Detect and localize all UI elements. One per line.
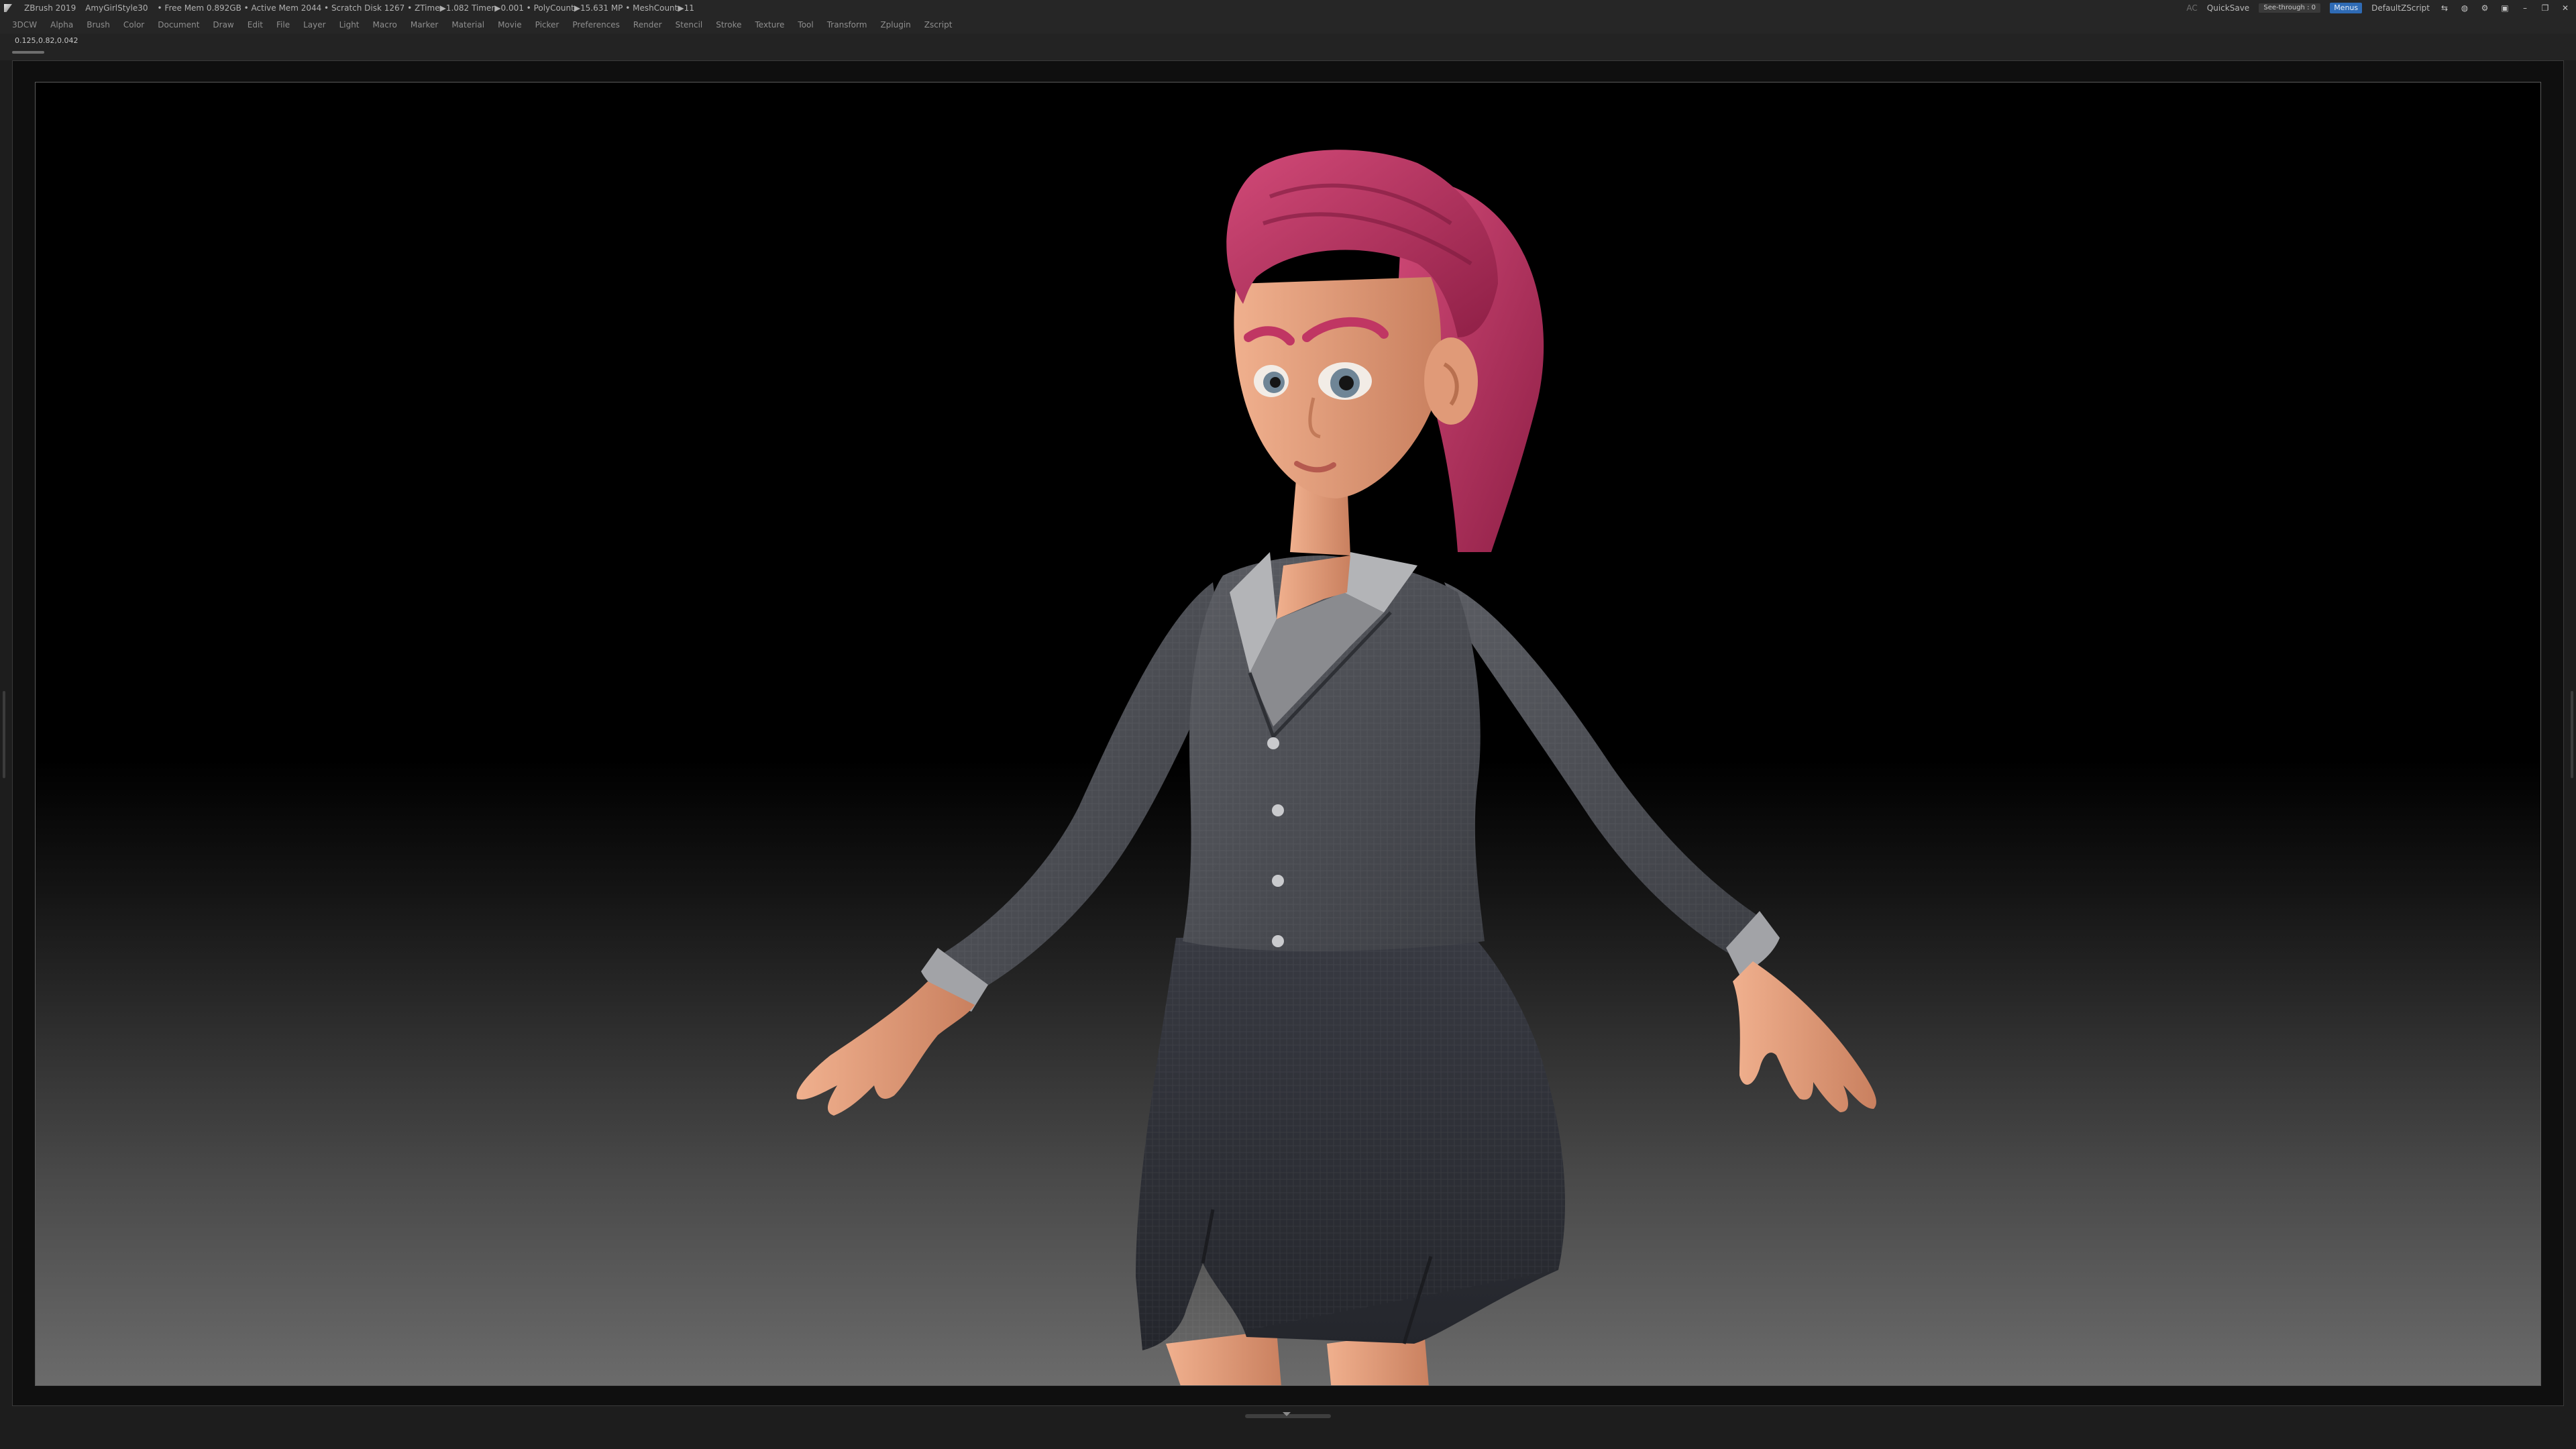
- menu-item[interactable]: Brush: [87, 16, 110, 34]
- menu-item[interactable]: Movie: [498, 16, 522, 34]
- menu-item[interactable]: Macro: [373, 16, 397, 34]
- menu-item[interactable]: Draw: [213, 16, 233, 34]
- menu-item[interactable]: Preferences: [572, 16, 620, 34]
- character-model: [796, 150, 1876, 1385]
- restore-icon[interactable]: ❐: [2540, 3, 2551, 13]
- menu-item[interactable]: Texture: [755, 16, 784, 34]
- right-tray-handle[interactable]: [2571, 691, 2573, 778]
- jacket-button: [1272, 935, 1284, 947]
- menu-item[interactable]: Render: [633, 16, 662, 34]
- see-through-value: 0: [2311, 4, 2316, 11]
- menu-item[interactable]: Transform: [827, 16, 867, 34]
- menu-item[interactable]: Stencil: [676, 16, 703, 34]
- title-bar: ZBrush 2019 AmyGirlStyle30 • Free Mem 0.…: [0, 0, 2576, 16]
- zbrush-logo-icon: [4, 0, 15, 17]
- title-right: AC QuickSave See-through : 0 Menus Defau…: [2186, 0, 2571, 16]
- title-left: ZBrush 2019 AmyGirlStyle30 • Free Mem 0.…: [4, 0, 694, 17]
- jacket-button: [1267, 737, 1279, 749]
- hand-right: [1733, 961, 1876, 1112]
- menu-item[interactable]: Light: [339, 16, 360, 34]
- left-tray-handle[interactable]: [3, 691, 5, 778]
- menu-item[interactable]: Zplugin: [880, 16, 910, 34]
- close-icon[interactable]: ✕: [2560, 3, 2571, 13]
- see-through-slider[interactable]: See-through : 0: [2259, 3, 2321, 13]
- menu-item[interactable]: Alpha: [50, 16, 73, 34]
- ui-icon[interactable]: ⚙: [2479, 3, 2490, 13]
- menu-item[interactable]: Layer: [303, 16, 325, 34]
- lock-icon[interactable]: ▣: [2500, 3, 2510, 13]
- menu-item[interactable]: Material: [451, 16, 484, 34]
- jacket-button: [1272, 875, 1284, 887]
- memory-stats: • Free Mem 0.892GB • Active Mem 2044 • S…: [157, 3, 694, 13]
- menu-item[interactable]: Document: [158, 16, 199, 34]
- quicksave-button[interactable]: QuickSave: [2207, 0, 2249, 16]
- menu-item[interactable]: Picker: [535, 16, 559, 34]
- menu-item[interactable]: Color: [123, 16, 144, 34]
- menu-item[interactable]: Stroke: [716, 16, 741, 34]
- menu-bar: 3DCW Alpha Brush Color Document Draw Edit File L…: [0, 16, 2576, 34]
- project-name: AmyGirlStyle30: [85, 3, 148, 13]
- viewport-canvas[interactable]: [35, 82, 2541, 1386]
- ear: [1424, 337, 1478, 425]
- ac-toggle[interactable]: AC: [2186, 0, 2197, 16]
- app-name: ZBrush 2019: [24, 3, 76, 13]
- hand-left: [796, 981, 975, 1116]
- coordinates-readout: 0.125,0.82,0.042: [15, 36, 78, 45]
- menu-item[interactable]: Marker: [411, 16, 438, 34]
- info-row: 0.125,0.82,0.042: [0, 34, 2576, 60]
- layout-icon[interactable]: ⇆: [2439, 3, 2450, 13]
- menus-button[interactable]: Menus: [2330, 3, 2363, 13]
- menu-item[interactable]: Tool: [798, 16, 813, 34]
- menu-item[interactable]: Zscript: [924, 16, 953, 34]
- menu-item[interactable]: 3DCW: [12, 16, 37, 34]
- bottom-tray-handle[interactable]: [1245, 1412, 1331, 1418]
- minimize-icon[interactable]: –: [2520, 3, 2530, 13]
- palette-icon[interactable]: ◍: [2459, 3, 2470, 13]
- menu-item[interactable]: Edit: [248, 16, 263, 34]
- menu-item[interactable]: File: [276, 16, 290, 34]
- see-through-label: See-through: [2263, 4, 2305, 11]
- shelf-scrollbar[interactable]: [12, 51, 44, 54]
- default-zscript-button[interactable]: DefaultZScript: [2371, 0, 2430, 16]
- jacket-button: [1272, 804, 1284, 816]
